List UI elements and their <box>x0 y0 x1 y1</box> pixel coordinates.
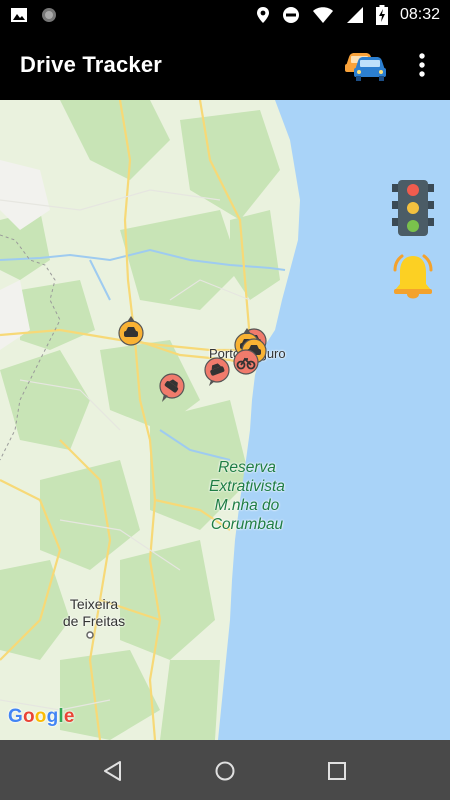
do-not-disturb-icon <box>282 7 299 23</box>
reserve-label-line3: M.nha do <box>214 497 280 514</box>
teixeira-label-line2: de Freitas <box>62 613 126 629</box>
image-icon <box>11 8 27 22</box>
status-bar: 08:32 <box>0 0 450 30</box>
sync-icon <box>42 8 56 22</box>
wifi-icon <box>312 7 333 23</box>
marker-car[interactable] <box>203 356 231 386</box>
back-icon[interactable] <box>100 758 126 784</box>
google-logo-g2: g <box>46 706 59 727</box>
marker-bike[interactable] <box>232 348 260 376</box>
signal-icon <box>346 7 363 23</box>
battery-charging-icon <box>375 5 388 25</box>
system-nav-bar <box>0 740 450 800</box>
reserve-label-line1: Reserva <box>218 459 276 476</box>
clock-text: 08:32 <box>399 6 440 23</box>
marker-car[interactable] <box>117 316 145 348</box>
recents-icon[interactable] <box>324 758 350 784</box>
google-logo[interactable]: Google <box>8 706 75 728</box>
alarm-bell-icon[interactable] <box>389 252 437 304</box>
google-logo-o1: o <box>22 706 35 727</box>
teixeira-label-line1: Teixeira <box>69 596 119 612</box>
city-label-teixeira-de-freitas: Teixeira de Freitas <box>52 596 136 630</box>
home-icon[interactable] <box>212 758 238 784</box>
google-logo-o2: o <box>34 706 47 727</box>
google-logo-g: G <box>8 706 23 727</box>
map-canvas <box>0 100 450 740</box>
reserve-label-line2: Extrativista <box>209 478 285 495</box>
reserve-label-line4: Corumbau <box>210 516 284 533</box>
city-dot <box>86 631 94 639</box>
location-icon <box>256 7 269 23</box>
overflow-menu-icon[interactable] <box>410 48 434 82</box>
cars-icon[interactable] <box>344 48 386 82</box>
marker-crash[interactable] <box>158 372 186 402</box>
app-title: Drive Tracker <box>20 52 163 77</box>
app-bar: Drive Tracker <box>0 30 450 100</box>
google-logo-e: e <box>63 706 75 727</box>
map-view[interactable]: Porto Seguro Reserva Extrativista M.nha … <box>0 100 450 740</box>
traffic-light-icon[interactable] <box>392 180 434 236</box>
reserve-label: Reserva Extrativista M.nha do Corumbau <box>192 458 302 534</box>
